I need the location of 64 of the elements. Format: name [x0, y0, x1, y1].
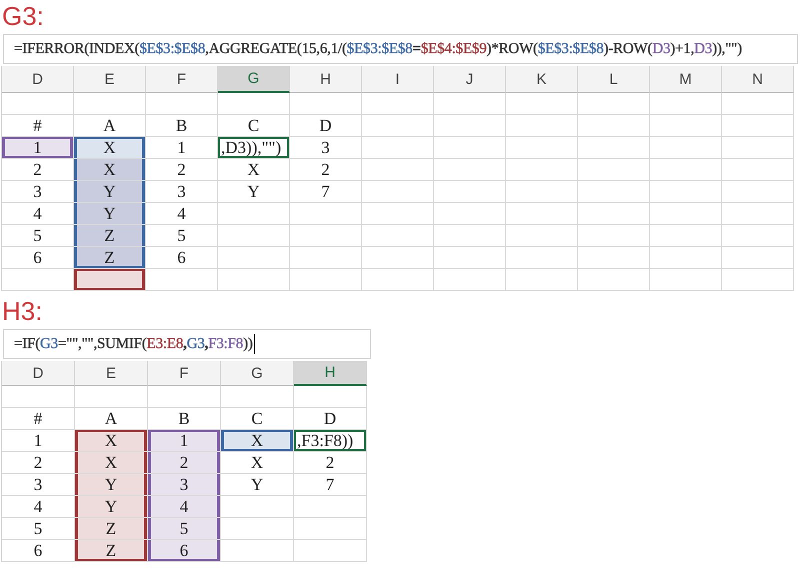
column-header[interactable]: F [148, 361, 221, 386]
column-header[interactable]: G [221, 361, 294, 386]
table-cell: 7 [290, 181, 362, 203]
table-cell: Z [74, 247, 146, 269]
table-cell: 2 [148, 452, 221, 474]
table-cell: 3 [148, 474, 221, 496]
table-cell: 7 [294, 474, 367, 496]
table-cell: X [221, 430, 294, 452]
table-cell: 1 [2, 137, 74, 159]
column-header[interactable]: K [506, 66, 578, 93]
table-cell: D [290, 115, 362, 137]
table-cell: 5 [148, 518, 221, 540]
column-header[interactable]: F [146, 66, 218, 93]
table-cell: Z [75, 518, 148, 540]
table-cell: 2 [290, 159, 362, 181]
table-cell: 3 [146, 181, 218, 203]
table-cell: C [218, 115, 290, 137]
table-cell: X [218, 159, 290, 181]
table-cell: Y [74, 203, 146, 225]
column-header[interactable]: J [434, 66, 506, 93]
formula-text: =IF(G3="","",SUMIF(E3:E8,G3,F3:F8)) [14, 336, 253, 352]
column-header[interactable]: E [74, 66, 146, 93]
formula-bar[interactable]: =IFERROR(INDEX($E$3:$E$8,AGGREGATE(15,6,1/($E$3:$E$8=$E$4:$E$9)*ROW($E$3:$E$8)-ROW(D3)+1,D3)),"") [3, 34, 798, 64]
table-cell: 6 [148, 540, 221, 562]
table-cell: Y [75, 496, 148, 518]
table-cell: ,F3:F8)) [294, 430, 367, 452]
table-cell: ,D3)),"") [218, 137, 290, 159]
table-cell: 4 [148, 496, 221, 518]
column-header[interactable]: M [650, 66, 722, 93]
table-cell: 2 [146, 159, 218, 181]
column-header[interactable]: E [75, 361, 148, 386]
column-header[interactable]: I [362, 66, 434, 93]
column-header[interactable]: H [290, 66, 362, 93]
table-cell: 6 [146, 247, 218, 269]
table-cell: Y [75, 474, 148, 496]
formula-bar[interactable]: =IF(G3="","",SUMIF(E3:E8,G3,F3:F8)) [3, 329, 371, 359]
table-cell: X [75, 430, 148, 452]
table-cell: 2 [294, 452, 367, 474]
table-cell: X [221, 452, 294, 474]
table-cell: # [2, 408, 75, 430]
table-cell: Y [221, 474, 294, 496]
column-header[interactable]: H [294, 361, 367, 386]
table-cell: X [74, 159, 146, 181]
column-header[interactable]: D [2, 66, 74, 93]
table-cell: Z [75, 540, 148, 562]
table-cell: Y [74, 181, 146, 203]
table-cell: X [74, 137, 146, 159]
column-header[interactable]: N [722, 66, 794, 93]
table-cell: X [75, 452, 148, 474]
table-cell: 4 [146, 203, 218, 225]
table-cell: 1 [146, 137, 218, 159]
formula-text: =IFERROR(INDEX($E$3:$E$8,AGGREGATE(15,6,1/($E$3:$E$8=$E$4:$E$9)*ROW($E$3:$E$8)-ROW(D3)+1,D3)),"") [14, 40, 742, 58]
panel-title: H3: [1, 296, 42, 326]
table-cell: Z [74, 225, 146, 247]
table-cell: 3 [290, 137, 362, 159]
column-header[interactable]: G [218, 66, 290, 93]
column-header[interactable]: L [578, 66, 650, 93]
table-cell: D [294, 408, 367, 430]
column-header[interactable]: D [2, 361, 75, 386]
table-cell: 5 [146, 225, 218, 247]
panel-title: G3: [1, 1, 44, 31]
table-cell: Y [218, 181, 290, 203]
table-cell: B [146, 115, 218, 137]
table-cell: 1 [148, 430, 221, 452]
